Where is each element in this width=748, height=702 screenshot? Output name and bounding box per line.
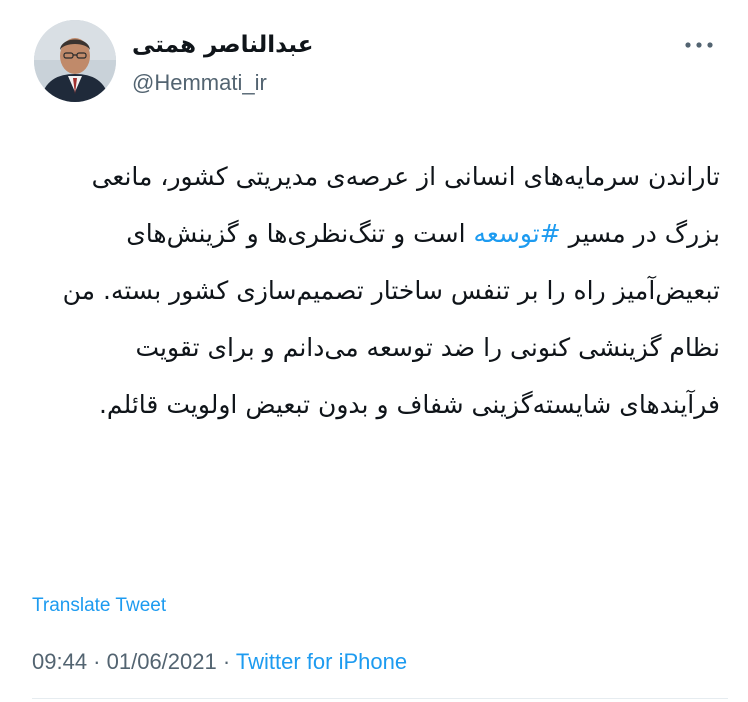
- translate-tweet-link[interactable]: Translate Tweet: [32, 595, 166, 617]
- author-handle[interactable]: @Hemmati_ir: [132, 70, 267, 96]
- tweet-metadata: 09:44 · 01/06/2021 · Twitter for iPhone: [32, 649, 407, 675]
- tweet-source-link[interactable]: Twitter for iPhone: [236, 649, 407, 674]
- meta-separator: ·: [216, 649, 236, 674]
- more-horizontal-icon: [685, 42, 713, 48]
- avatar[interactable]: [34, 20, 116, 102]
- tweet-date[interactable]: 01/06/2021: [107, 649, 217, 674]
- hashtag-link[interactable]: #توسعه: [473, 219, 560, 248]
- author-display-name[interactable]: عبدالناصر همتی: [132, 32, 314, 58]
- avatar-image: [34, 20, 116, 102]
- tweet-text: تاراندن سرمایه‌های انسانی از عرصه‌ی مدیر…: [30, 148, 720, 433]
- more-options-button[interactable]: [682, 30, 716, 60]
- meta-separator: ·: [87, 649, 107, 674]
- divider: [32, 698, 728, 699]
- tweet-time[interactable]: 09:44: [32, 649, 87, 674]
- tweet-text-after: است و تنگ‌نظری‌ها و گزینش‌های تبعیض‌آمیز…: [62, 219, 720, 419]
